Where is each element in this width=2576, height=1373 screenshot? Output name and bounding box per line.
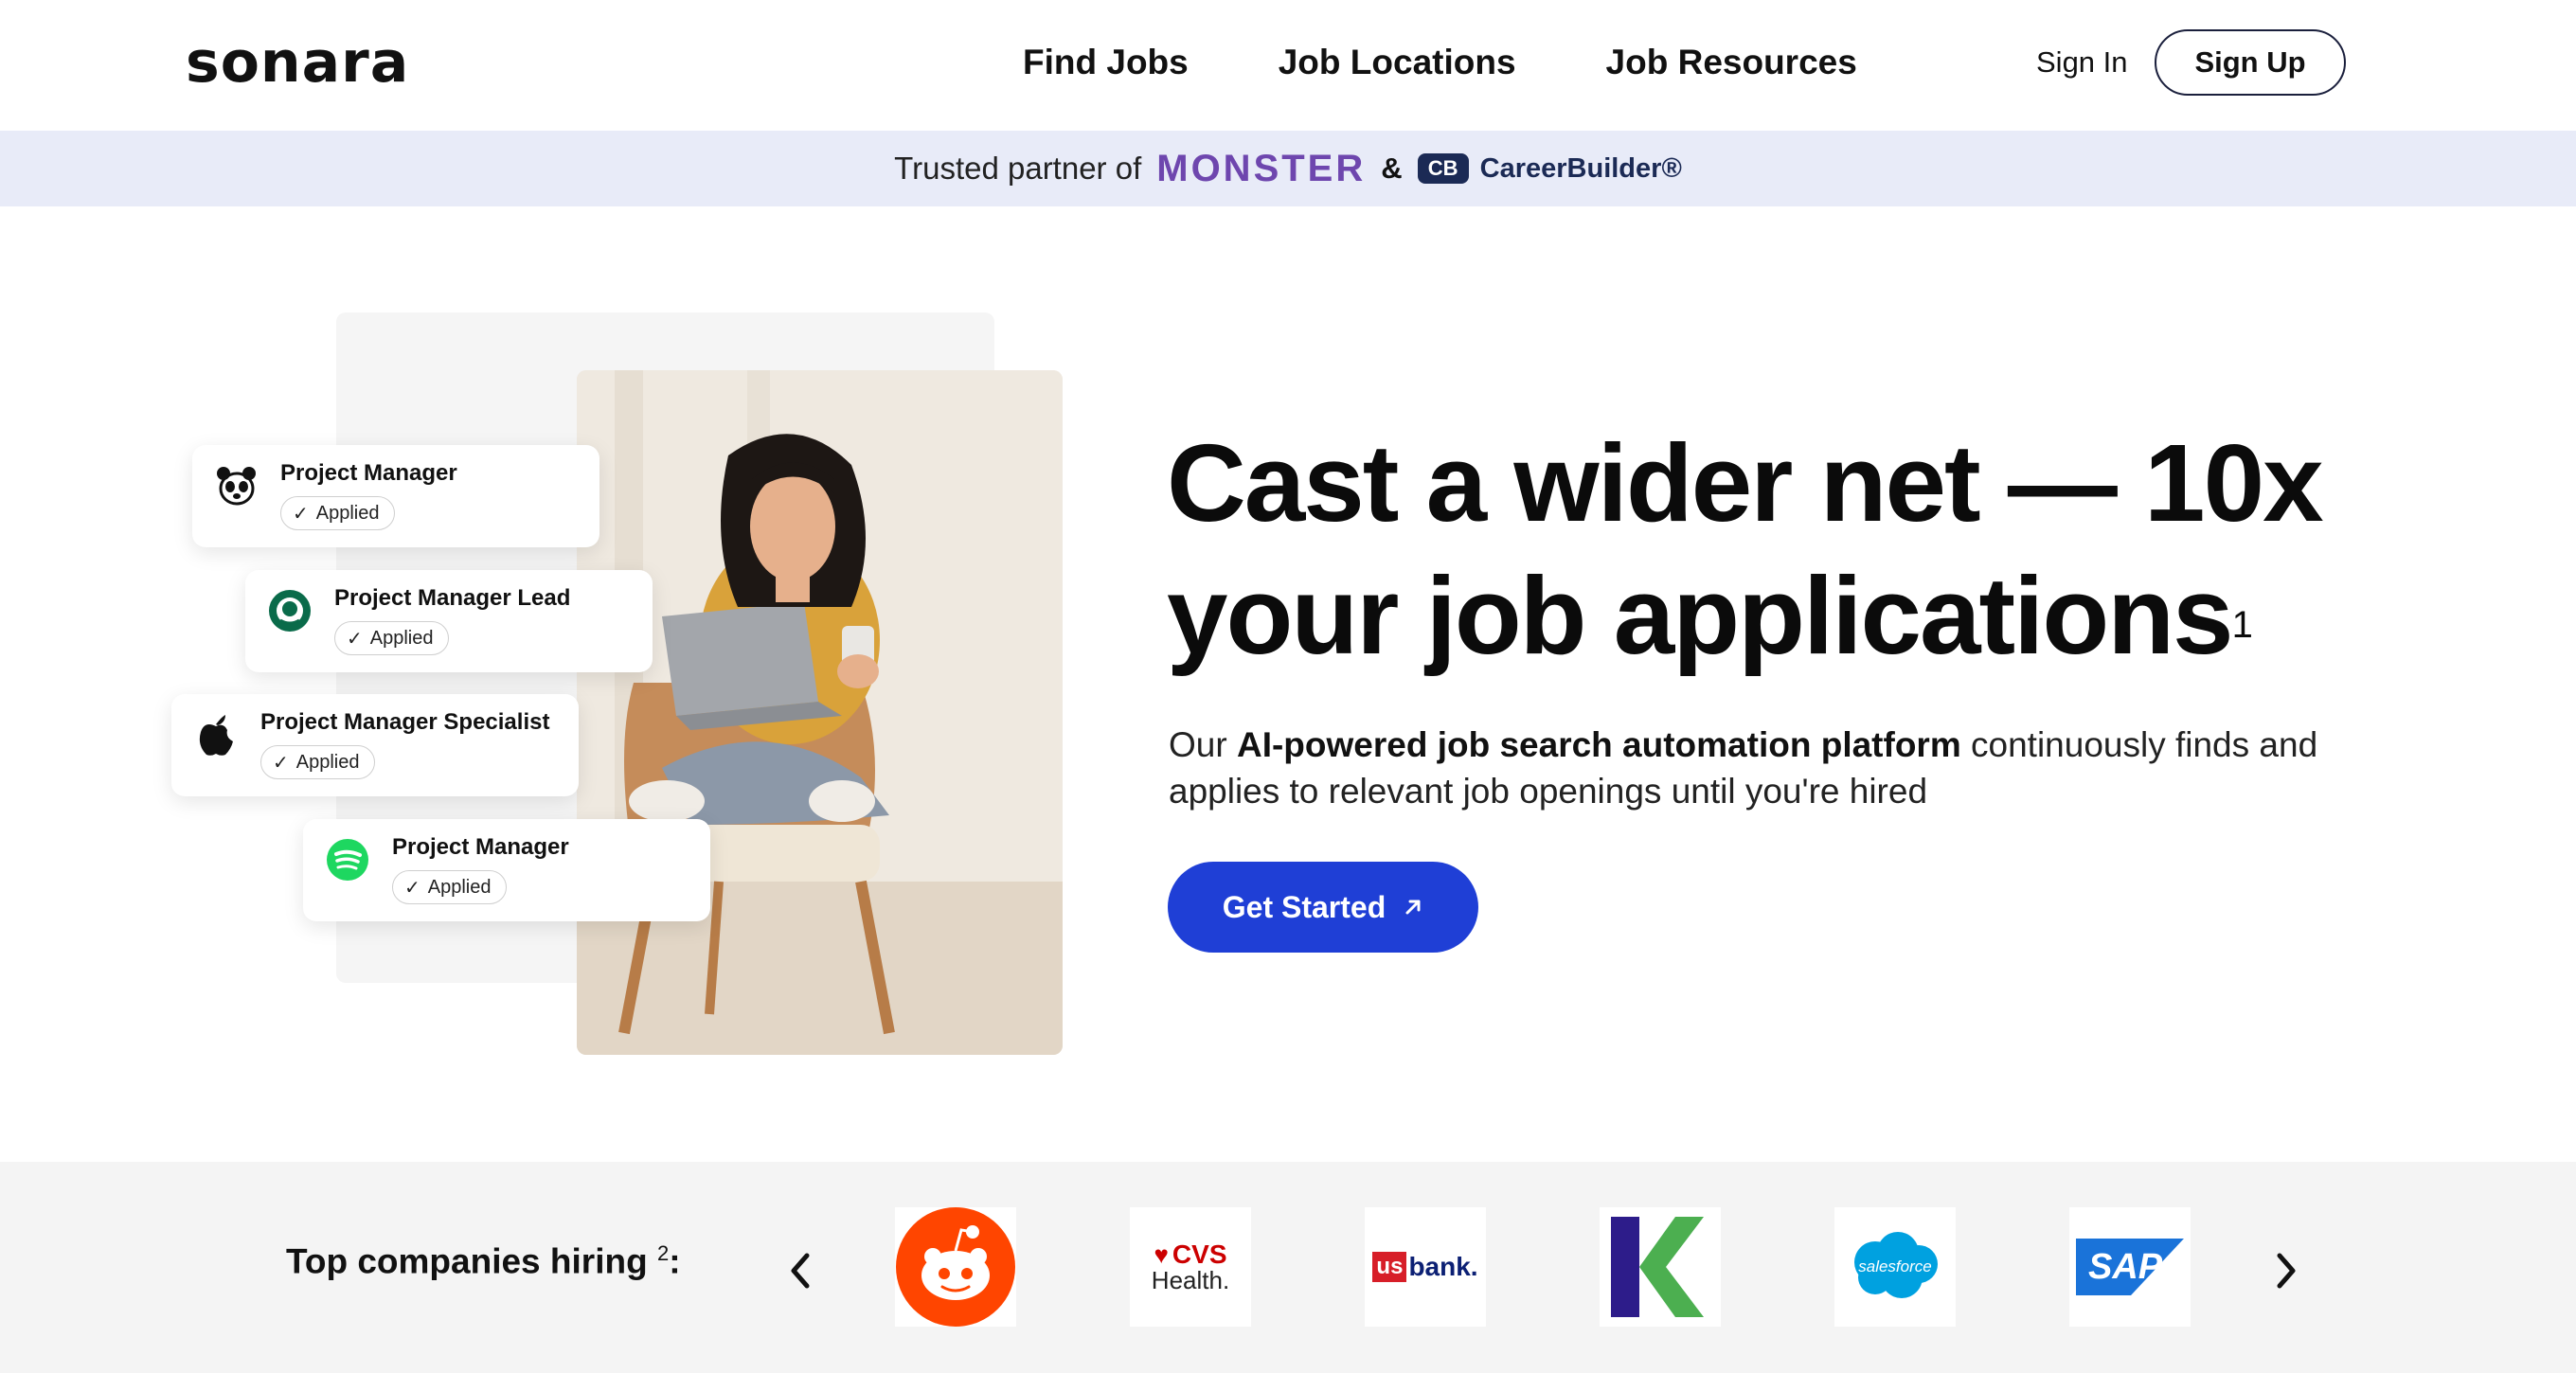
hero-headline: Cast a wider net — 10x your job applicat…	[1167, 417, 2398, 682]
wwf-panda-icon	[213, 462, 260, 509]
hero-photo	[577, 370, 1063, 1055]
applied-badge: ✓ Applied	[280, 496, 396, 530]
starbucks-icon	[266, 587, 313, 634]
applied-badge-label: Applied	[295, 751, 360, 773]
arrow-up-right-icon	[1405, 900, 1421, 915]
salesforce-text: salesforce	[1858, 1257, 1932, 1275]
job-card-title: Project Manager	[280, 460, 457, 486]
usbank-bank-text: bank.	[1408, 1252, 1478, 1281]
company-logo-sap[interactable]: SAP	[2069, 1207, 2191, 1327]
carousel-prev-button[interactable]	[781, 1247, 819, 1294]
usbank-us-text: us	[1372, 1252, 1407, 1282]
spotify-icon	[324, 836, 371, 883]
health-text: Health.	[1151, 1266, 1230, 1294]
monster-logo: MONSTER	[1156, 147, 1367, 189]
headline-line-1: Cast a wider net — 10x	[1167, 421, 2324, 544]
check-icon: ✓	[293, 503, 309, 525]
job-card: Project Manager ✓ Applied	[303, 819, 710, 921]
nav-find-jobs[interactable]: Find Jobs	[1023, 34, 1189, 91]
k-logo-icon	[1611, 1217, 1704, 1317]
applied-badge: ✓ Applied	[260, 745, 376, 779]
footnote-1-marker: 1	[2231, 604, 2253, 646]
companies-label-colon: :	[669, 1241, 681, 1281]
sign-in-link[interactable]: Sign In	[2036, 34, 2128, 91]
careerbuilder-mark-icon: CB	[1417, 153, 1469, 184]
chevron-left-icon	[791, 1253, 810, 1289]
sub-prefix: Our	[1169, 725, 1237, 764]
partner-bar: Trusted partner of MONSTER & CB CareerBu…	[0, 131, 2576, 206]
carousel-next-button[interactable]	[2267, 1247, 2305, 1294]
cvs-text: CVS	[1172, 1239, 1227, 1269]
chevron-right-icon	[2277, 1253, 2296, 1289]
company-logo-k[interactable]	[1600, 1207, 1721, 1327]
apple-icon	[192, 711, 240, 758]
applied-badge-label: Applied	[427, 876, 492, 898]
company-logo-cvs[interactable]: ♥ CVS Health.	[1130, 1207, 1251, 1327]
applied-badge-label: Applied	[315, 502, 380, 524]
check-icon: ✓	[347, 628, 363, 650]
footnote-2-marker: 2	[656, 1241, 670, 1265]
get-started-button[interactable]: Get Started	[1168, 862, 1478, 953]
get-started-label: Get Started	[1222, 889, 1386, 924]
nav-job-locations[interactable]: Job Locations	[1279, 34, 1516, 91]
check-icon: ✓	[404, 877, 420, 899]
job-card-title: Project Manager Lead	[334, 585, 571, 611]
reddit-icon	[896, 1207, 1015, 1327]
companies-label-text: Top companies hiring	[286, 1241, 648, 1281]
sap-text: SAP	[2088, 1247, 2163, 1287]
main-nav: Find Jobs Job Locations Job Resources	[1023, 34, 1857, 91]
careerbuilder-text: CareerBuilder®	[1479, 152, 1682, 184]
job-card-title: Project Manager	[392, 834, 569, 860]
nav-job-resources[interactable]: Job Resources	[1606, 34, 1857, 91]
company-logo-usbank[interactable]: us bank.	[1365, 1207, 1486, 1327]
check-icon: ✓	[273, 752, 289, 774]
sub-bold: AI-powered job search automation platfor…	[1236, 725, 1961, 764]
headline-line-2: your job applications	[1167, 554, 2234, 677]
applied-badge-label: Applied	[369, 627, 434, 649]
applied-badge: ✓ Applied	[334, 621, 450, 655]
job-card: Project Manager Specialist ✓ Applied	[171, 694, 579, 796]
job-card: Project Manager ✓ Applied	[192, 445, 599, 547]
woman-with-laptop-illustration	[577, 370, 1063, 1055]
heart-icon: ♥	[1154, 1240, 1169, 1269]
partner-text: Trusted partner of	[894, 151, 1142, 186]
hero-subtitle: Our AI-powered job search automation pla…	[1169, 722, 2343, 814]
sign-up-button[interactable]: Sign Up	[2155, 29, 2346, 96]
partner-ampersand: &	[1381, 152, 1403, 185]
careerbuilder-logo: CB CareerBuilder®	[1417, 152, 1682, 185]
cvs-top-row: ♥ CVS	[1154, 1241, 1226, 1268]
job-card: Project Manager Lead ✓ Applied	[245, 570, 653, 672]
company-logo-reddit[interactable]	[895, 1207, 1016, 1327]
company-logo-salesforce[interactable]: salesforce	[1834, 1207, 1956, 1327]
job-card-title: Project Manager Specialist	[260, 709, 550, 735]
sonara-logo[interactable]: sonara	[186, 28, 409, 97]
companies-label: Top companies hiring 2:	[286, 1241, 681, 1281]
site-header: sonara Find Jobs Job Locations Job Resou…	[0, 0, 2576, 131]
applied-badge: ✓ Applied	[392, 870, 508, 904]
